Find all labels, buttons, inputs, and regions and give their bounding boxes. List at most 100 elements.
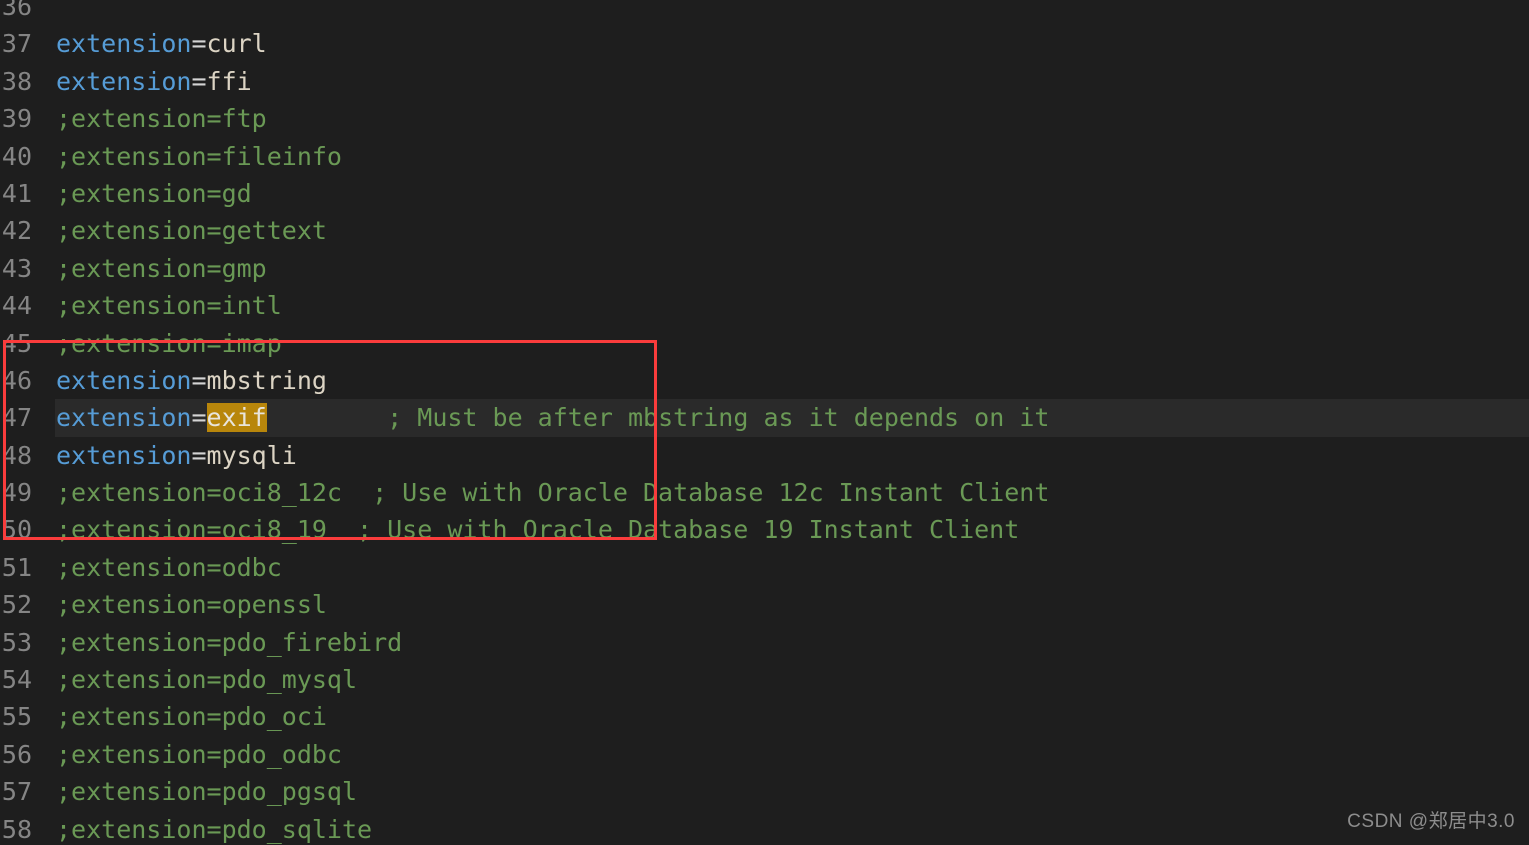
line-number: 41 [1, 178, 32, 208]
code-token-val: mysqli [206, 440, 297, 470]
code-token-key: extension [56, 66, 192, 96]
code-token-eq: = [191, 365, 207, 395]
code-line[interactable]: 50 ;extension=oci8_19 ; Use with Oracle D… [0, 511, 1529, 548]
code-line[interactable]: 41 ;extension=gd [0, 175, 1529, 212]
code-line[interactable]: 38 extension=ffi [0, 63, 1529, 100]
line-number: 49 [1, 478, 32, 508]
line-content[interactable]: ;extension=pdo_mysql [56, 661, 357, 698]
code-token-comment: ;extension=ftp [56, 104, 267, 134]
line-content[interactable]: extension=exif ; Must be after mbstring … [56, 399, 1049, 436]
selected-token: exif [206, 403, 267, 433]
code-token-val: curl [206, 29, 267, 59]
code-token-comment: ;extension=oci8_12c ; Use with Oracle Da… [56, 478, 1050, 508]
code-line[interactable]: 45 ;extension=imap [0, 325, 1529, 362]
line-content[interactable]: ;extension=openssl [56, 586, 327, 623]
code-token-val: ffi [206, 66, 252, 96]
line-content[interactable]: ;extension=ftp [56, 100, 267, 137]
line-content[interactable]: extension=ffi [56, 63, 252, 100]
code-token-comment: ;extension=pdo_pgsql [56, 777, 358, 807]
code-token-eq: = [191, 66, 207, 96]
line-content[interactable]: ;extension=intl [56, 287, 282, 324]
code-token-comment: ;extension=openssl [56, 590, 327, 620]
line-content[interactable]: ;extension=pdo_sqlite [56, 811, 372, 845]
line-number: 40 [1, 141, 32, 171]
line-number: 46 [1, 365, 32, 395]
line-number: 45 [1, 328, 32, 358]
code-line[interactable]: 46 extension=mbstring [0, 362, 1529, 399]
line-number: 36 [1, 0, 32, 21]
code-token-comment: ; Must be after mbstring as it depends o… [266, 403, 1050, 433]
line-number: 57 [1, 777, 32, 807]
line-number: 48 [1, 440, 32, 470]
line-number: 56 [1, 739, 32, 769]
code-line[interactable]: 56 ;extension=pdo_odbc [0, 736, 1529, 773]
code-token-comment: ;extension=odbc [56, 552, 282, 582]
line-content[interactable]: ;extension=fileinfo [56, 138, 342, 175]
line-content[interactable]: ;extension=gd [56, 175, 252, 212]
code-token-comment: ;extension=fileinfo [56, 141, 342, 171]
code-token-key: extension [56, 365, 192, 395]
code-token-comment: ;extension=gmp [56, 253, 267, 283]
code-line[interactable]: 44 ;extension=intl [0, 287, 1529, 324]
code-line[interactable]: 54 ;extension=pdo_mysql [0, 661, 1529, 698]
code-line[interactable]: 42 ;extension=gettext [0, 212, 1529, 249]
line-number: 50 [1, 515, 32, 545]
code-line[interactable]: 48 extension=mysqli [0, 437, 1529, 474]
code-token-key: extension [56, 440, 192, 470]
code-line[interactable]: 52 ;extension=openssl [0, 586, 1529, 623]
line-number: 54 [1, 665, 32, 695]
code-line[interactable]: 39 ;extension=ftp [0, 100, 1529, 137]
code-token-comment: ;extension=pdo_mysql [56, 665, 358, 695]
line-content[interactable]: ;extension=odbc [56, 549, 282, 586]
line-content[interactable]: ;extension=pdo_pgsql [56, 773, 357, 810]
code-token-eq: = [191, 403, 207, 433]
line-content[interactable]: extension=mbstring [56, 362, 327, 399]
code-line[interactable]: 49 ;extension=oci8_12c ; Use with Oracle … [0, 474, 1529, 511]
code-line[interactable]: 58 ;extension=pdo_sqlite [0, 811, 1529, 845]
code-line[interactable]: 53 ;extension=pdo_firebird [0, 624, 1529, 661]
code-editor[interactable]: 36 37 extension=curl 38 extension=ffi 39 ;exte… [0, 0, 1529, 845]
line-content[interactable]: extension=curl [56, 25, 267, 62]
code-token-comment: ;extension=gd [56, 178, 252, 208]
code-line[interactable]: 57 ;extension=pdo_pgsql [0, 773, 1529, 810]
line-number: 51 [1, 552, 32, 582]
code-token-comment: ;extension=pdo_odbc [56, 739, 342, 769]
line-number: 47 [1, 403, 32, 433]
code-token-comment: ;extension=gettext [56, 216, 327, 246]
line-content[interactable]: ;extension=gettext [56, 212, 327, 249]
code-line[interactable]: 55 ;extension=pdo_oci [0, 698, 1529, 735]
code-token-comment: ;extension=oci8_19 ; Use with Oracle Dat… [56, 515, 1020, 545]
line-content[interactable]: ;extension=imap [56, 325, 282, 362]
line-content[interactable]: ;extension=oci8_12c ; Use with Oracle Da… [56, 474, 1049, 511]
code-token-comment: ;extension=intl [56, 291, 282, 321]
code-token-key: extension [56, 403, 192, 433]
code-line[interactable]: 43 ;extension=gmp [0, 250, 1529, 287]
line-content[interactable]: ;extension=gmp [56, 250, 267, 287]
line-number: 44 [1, 291, 32, 321]
code-line[interactable]: 36 [0, 0, 1529, 25]
line-content[interactable]: ;extension=pdo_firebird [56, 624, 402, 661]
line-content[interactable]: ;extension=pdo_odbc [56, 736, 342, 773]
line-number: 37 [1, 29, 32, 59]
code-token-key: extension [56, 29, 192, 59]
code-token-comment: ;extension=imap [56, 328, 282, 358]
line-number: 52 [1, 590, 32, 620]
code-token-val: mbstring [206, 365, 327, 395]
line-number: 39 [1, 104, 32, 134]
code-token-eq: = [191, 440, 207, 470]
line-content[interactable]: extension=mysqli [56, 437, 297, 474]
line-number: 38 [1, 66, 32, 96]
code-line[interactable]: 40 ;extension=fileinfo [0, 138, 1529, 175]
line-content[interactable]: ;extension=oci8_19 ; Use with Oracle Dat… [56, 511, 1019, 548]
code-line[interactable]: 51 ;extension=odbc [0, 549, 1529, 586]
line-number: 55 [1, 702, 32, 732]
line-number: 43 [1, 253, 32, 283]
code-token-comment: ;extension=pdo_sqlite [56, 814, 373, 844]
line-number: 42 [1, 216, 32, 246]
code-line[interactable]: 37 extension=curl [0, 25, 1529, 62]
code-token-eq: = [191, 29, 207, 59]
code-surface[interactable]: 36 37 extension=curl 38 extension=ffi 39 ;exte… [0, 0, 1529, 845]
line-content[interactable]: ;extension=pdo_oci [56, 698, 327, 735]
code-line[interactable]: 47 extension=exif ; Must be after mbstrin… [0, 399, 1529, 437]
code-token-comment: ;extension=pdo_firebird [56, 627, 403, 657]
